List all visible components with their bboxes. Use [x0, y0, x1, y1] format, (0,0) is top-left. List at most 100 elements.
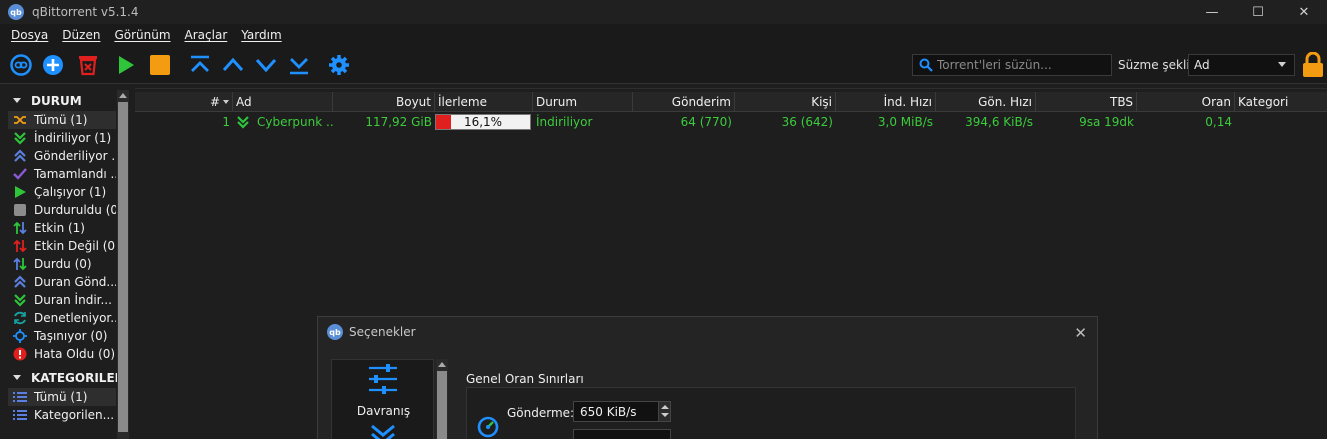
menu-file[interactable]: Dosya [4, 28, 55, 42]
column-header-name[interactable]: Ad [233, 92, 333, 112]
error-icon [13, 347, 27, 361]
status-item-label: Taşınıyor (0) [34, 329, 108, 343]
status-item-stopped[interactable]: Durduruldu (0) [8, 201, 116, 219]
status-item-completed[interactable]: Tamamlandı ... [8, 165, 116, 183]
stopped-icon [13, 203, 27, 217]
torrent-row[interactable]: 1 Cyberpunk ... 117,92 GiB 16,1% İndiril… [135, 113, 1327, 131]
options-nav-list: Davranış [331, 359, 434, 439]
options-dialog-title: Seçenekler [349, 325, 416, 339]
search-icon [919, 58, 933, 72]
menu-help[interactable]: Yardım [234, 28, 288, 42]
downloads-nav-icon[interactable] [370, 424, 396, 439]
downloading-icon [237, 116, 249, 129]
menu-tools[interactable]: Araçlar [178, 28, 235, 42]
status-item-label: Etkin (1) [34, 221, 85, 235]
lock-icon [1303, 51, 1323, 77]
delete-button[interactable] [76, 54, 100, 76]
status-section-header[interactable]: DURUM [8, 90, 116, 111]
status-item-seeding[interactable]: Gönderiliyor ... [8, 147, 116, 165]
categories-section-header[interactable]: KATEGORILER [8, 367, 124, 388]
status-item-label: Duran İndir... [34, 293, 112, 307]
status-item-active[interactable]: Etkin (1) [8, 219, 116, 237]
move-up-button[interactable] [221, 54, 245, 76]
column-header-eta[interactable]: TBS [1036, 92, 1137, 112]
torrent-peers: 36 (642) [781, 115, 833, 129]
plus-circle-icon [43, 55, 63, 75]
running-icon [13, 185, 27, 199]
scroll-up-arrow-icon[interactable] [438, 362, 446, 367]
menu-edit[interactable]: Düzen [55, 28, 107, 42]
column-header-download-speed[interactable]: İnd. Hızı [836, 92, 936, 112]
column-header-size[interactable]: Boyut [333, 92, 435, 112]
column-header-status[interactable]: Durum [533, 92, 633, 112]
status-item-checking[interactable]: Denetleniyor... [8, 309, 116, 327]
scrollbar-thumb[interactable] [437, 371, 447, 439]
column-label: Gön. Hızı [978, 95, 1032, 109]
status-item-stalled-download[interactable]: Duran İndir... [8, 291, 116, 309]
status-item-all[interactable]: Tümü (1) [8, 111, 116, 129]
close-icon[interactable]: ✕ [1074, 324, 1087, 342]
window-controls: — ☐ ✕ [1189, 0, 1327, 24]
nav-item-behavior[interactable]: Davranış [332, 360, 433, 424]
stalled-icon [13, 257, 27, 271]
filter-sidebar: DURUM Tümü (1) İndiriliyor (1) Gönderili… [0, 88, 131, 439]
move-top-button[interactable] [188, 54, 212, 76]
torrent-name: Cyberpunk ... [257, 115, 333, 129]
spinbox-buttons[interactable] [658, 402, 670, 421]
column-label: Boyut [396, 95, 431, 109]
seeding-icon [13, 149, 27, 163]
category-item-uncategorized[interactable]: Kategorilen... [8, 406, 116, 424]
status-item-moving[interactable]: Taşınıyor (0) [8, 327, 116, 345]
status-item-running[interactable]: Çalışıyor (1) [8, 183, 116, 201]
category-none-icon [13, 408, 27, 422]
scroll-up-arrow-icon[interactable] [119, 93, 127, 98]
status-item-inactive[interactable]: Etkin Değil (0) [8, 237, 116, 255]
options-nav-scrollbar[interactable] [436, 359, 448, 439]
close-button[interactable]: ✕ [1281, 0, 1327, 24]
torrent-download-speed: 3,0 MiB/s [877, 115, 933, 129]
column-header-ratio[interactable]: Oran [1137, 92, 1235, 112]
category-item-all[interactable]: Tümü (1) [8, 388, 116, 406]
torrent-search-input[interactable] [937, 58, 1107, 72]
status-item-stalled-upload[interactable]: Duran Gönd... [8, 273, 116, 291]
column-header-seeds[interactable]: Gönderim [633, 92, 735, 112]
torrent-category [1235, 113, 1327, 131]
maximize-button[interactable]: ☐ [1235, 0, 1281, 24]
lock-button[interactable] [1302, 51, 1324, 81]
column-header-category[interactable]: Kategori [1235, 92, 1327, 112]
minimize-button[interactable]: — [1189, 0, 1235, 24]
status-item-downloading[interactable]: İndiriliyor (1) [8, 129, 116, 147]
filter-by-select[interactable]: Ad [1188, 54, 1295, 76]
stop-button[interactable] [148, 54, 172, 76]
status-item-label: Hata Oldu (0) [34, 347, 116, 361]
move-bottom-icon [290, 58, 308, 75]
sidebar-scrollbar[interactable] [117, 90, 129, 439]
move-bottom-button[interactable] [287, 54, 311, 76]
status-item-stalled[interactable]: Durdu (0) [8, 255, 116, 273]
torrent-number: 1 [222, 115, 230, 129]
filter-by-label: Süzme şekli: [1118, 58, 1194, 72]
status-item-label: Tamamlandı ... [34, 167, 116, 181]
upload-limit-spinbox[interactable]: 650 KiB/s [573, 401, 671, 422]
speedometer-icon [477, 416, 499, 438]
add-link-button[interactable] [9, 54, 33, 76]
scrollbar-thumb[interactable] [118, 102, 128, 432]
column-header-number[interactable]: # [135, 92, 233, 112]
column-header-progress[interactable]: İlerleme [435, 92, 533, 112]
options-button[interactable] [327, 54, 351, 76]
column-label: Kategori [1238, 95, 1289, 109]
status-item-error[interactable]: Hata Oldu (0) [8, 345, 116, 363]
torrent-search-box [912, 54, 1112, 76]
column-header-peers[interactable]: Kişi [735, 92, 836, 112]
menu-view[interactable]: Görünüm [107, 28, 177, 42]
start-button[interactable] [114, 54, 138, 76]
move-down-button[interactable] [254, 54, 278, 76]
spin-down-icon[interactable] [661, 413, 669, 417]
spin-up-icon[interactable] [661, 405, 669, 409]
upload-limit-label: Gönderme: [507, 406, 575, 420]
status-item-label: İndiriliyor (1) [34, 131, 112, 145]
column-header-upload-speed[interactable]: Gön. Hızı [936, 92, 1036, 112]
moving-icon [13, 329, 27, 343]
download-limit-spinbox[interactable] [573, 429, 671, 439]
add-torrent-button[interactable] [41, 54, 65, 76]
